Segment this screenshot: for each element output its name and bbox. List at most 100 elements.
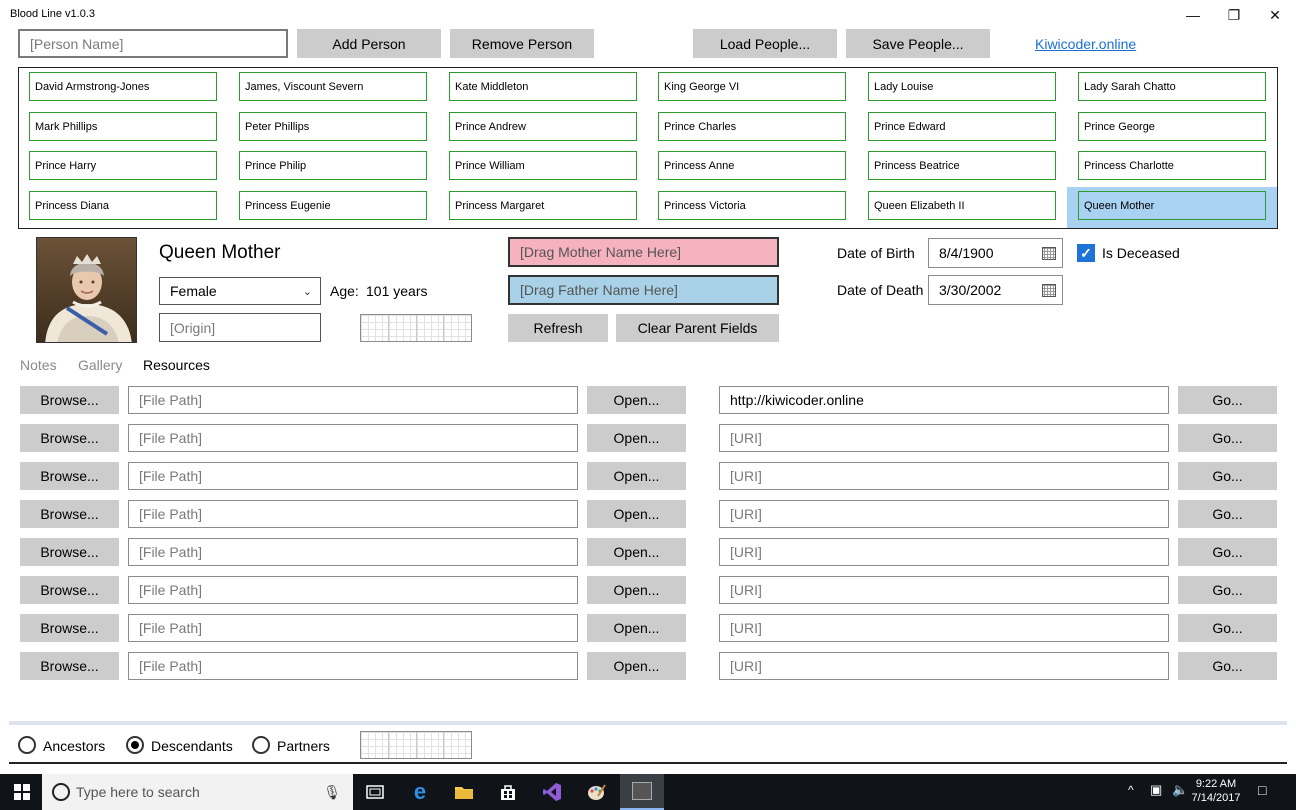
add-person-button[interactable]: Add Person [297, 29, 441, 58]
network-icon[interactable]: ▣ [1150, 782, 1162, 798]
person-card[interactable]: Queen Mother [1078, 191, 1266, 220]
task-view-icon[interactable] [353, 774, 397, 810]
load-people-button[interactable]: Load People... [693, 29, 837, 58]
uri-input[interactable]: [URI] [719, 614, 1169, 642]
clock[interactable]: 9:22 AM 7/14/2017 [1188, 777, 1244, 805]
open-button[interactable]: Open... [587, 500, 686, 528]
browse-button[interactable]: Browse... [20, 386, 119, 414]
go-button[interactable]: Go... [1178, 538, 1277, 566]
gender-select[interactable]: Female ⌄ [159, 277, 321, 305]
person-card[interactable]: Princess Eugenie [239, 191, 427, 220]
remove-person-button[interactable]: Remove Person [450, 29, 594, 58]
save-people-button[interactable]: Save People... [846, 29, 990, 58]
person-card[interactable]: Prince Edward [868, 112, 1056, 141]
person-card[interactable]: Prince George [1078, 112, 1266, 141]
person-card[interactable]: Peter Phillips [239, 112, 427, 141]
browse-button[interactable]: Browse... [20, 576, 119, 604]
person-card[interactable]: Prince Andrew [449, 112, 637, 141]
partners-radio[interactable] [252, 736, 270, 754]
store-icon[interactable] [486, 774, 530, 810]
person-card[interactable]: Princess Victoria [658, 191, 846, 220]
dob-picker[interactable]: 8/4/1900 [928, 238, 1063, 268]
taskbar-search[interactable]: Type here to search 🎙 [42, 774, 353, 810]
go-button[interactable]: Go... [1178, 576, 1277, 604]
person-card[interactable]: Queen Elizabeth II [868, 191, 1056, 220]
volume-icon[interactable]: 🔈 [1172, 782, 1188, 798]
file-path-input[interactable]: [File Path] [128, 424, 578, 452]
mother-drop-field[interactable]: [Drag Mother Name Here] [508, 237, 779, 267]
descendants-radio[interactable] [126, 736, 144, 754]
uri-input[interactable]: http://kiwicoder.online [719, 386, 1169, 414]
uri-input[interactable]: [URI] [719, 462, 1169, 490]
ancestors-radio[interactable] [18, 736, 36, 754]
paint-icon[interactable] [574, 774, 618, 810]
bloodline-taskbar-button[interactable] [620, 774, 664, 810]
person-card[interactable]: Princess Diana [29, 191, 217, 220]
person-card[interactable]: James, Viscount Severn [239, 72, 427, 101]
person-card[interactable]: David Armstrong-Jones [29, 72, 217, 101]
microphone-icon[interactable]: 🎙 [323, 784, 341, 801]
person-card[interactable]: Prince Philip [239, 151, 427, 180]
uri-input[interactable]: [URI] [719, 538, 1169, 566]
go-button[interactable]: Go... [1178, 500, 1277, 528]
go-button[interactable]: Go... [1178, 652, 1277, 680]
go-button[interactable]: Go... [1178, 386, 1277, 414]
open-button[interactable]: Open... [587, 652, 686, 680]
person-card[interactable]: Lady Sarah Chatto [1078, 72, 1266, 101]
tab-gallery[interactable]: Gallery [78, 357, 122, 373]
person-card[interactable]: Mark Phillips [29, 112, 217, 141]
tab-resources[interactable]: Resources [143, 357, 210, 373]
uri-input[interactable]: [URI] [719, 576, 1169, 604]
tab-notes[interactable]: Notes [20, 357, 57, 373]
uri-input[interactable]: [URI] [719, 500, 1169, 528]
open-button[interactable]: Open... [587, 576, 686, 604]
browse-button[interactable]: Browse... [20, 614, 119, 642]
file-path-input[interactable]: [File Path] [128, 576, 578, 604]
open-button[interactable]: Open... [587, 386, 686, 414]
person-card[interactable]: Princess Beatrice [868, 151, 1056, 180]
file-path-input[interactable]: [File Path] [128, 386, 578, 414]
person-card[interactable]: Princess Anne [658, 151, 846, 180]
file-path-input[interactable]: [File Path] [128, 538, 578, 566]
file-path-input[interactable]: [File Path] [128, 614, 578, 642]
file-path-input[interactable]: [File Path] [128, 500, 578, 528]
uri-input[interactable]: [URI] [719, 424, 1169, 452]
refresh-button[interactable]: Refresh [508, 314, 608, 342]
visual-studio-icon[interactable] [530, 774, 574, 810]
open-button[interactable]: Open... [587, 538, 686, 566]
origin-input[interactable]: [Origin] [159, 313, 321, 342]
browse-button[interactable]: Browse... [20, 424, 119, 452]
person-card[interactable]: Lady Louise [868, 72, 1056, 101]
calendar-icon[interactable] [1042, 246, 1056, 260]
edge-icon[interactable]: e [398, 774, 442, 810]
chevron-up-icon[interactable]: ^ [1128, 783, 1134, 797]
kiwicoder-link[interactable]: Kiwicoder.online [1035, 36, 1136, 52]
person-card[interactable]: Kate Middleton [449, 72, 637, 101]
person-card[interactable]: Princess Margaret [449, 191, 637, 220]
person-card[interactable]: Prince William [449, 151, 637, 180]
person-name-input[interactable]: [Person Name] [18, 29, 288, 58]
file-path-input[interactable]: [File Path] [128, 652, 578, 680]
person-card[interactable]: Princess Charlotte [1078, 151, 1266, 180]
browse-button[interactable]: Browse... [20, 462, 119, 490]
file-path-input[interactable]: [File Path] [128, 462, 578, 490]
person-card[interactable]: King George VI [658, 72, 846, 101]
uri-input[interactable]: [URI] [719, 652, 1169, 680]
browse-button[interactable]: Browse... [20, 538, 119, 566]
minimize-button[interactable]: — [1170, 0, 1216, 30]
dod-picker[interactable]: 3/30/2002 [928, 275, 1063, 305]
father-drop-field[interactable]: [Drag Father Name Here] [508, 275, 779, 305]
calendar-icon[interactable] [1042, 283, 1056, 297]
windows-start-icon[interactable] [0, 774, 44, 810]
go-button[interactable]: Go... [1178, 462, 1277, 490]
close-button[interactable]: ✕ [1252, 0, 1296, 30]
clear-parent-fields-button[interactable]: Clear Parent Fields [616, 314, 779, 342]
open-button[interactable]: Open... [587, 614, 686, 642]
file-explorer-icon[interactable] [442, 774, 486, 810]
open-button[interactable]: Open... [587, 462, 686, 490]
restore-button[interactable]: ❐ [1211, 0, 1257, 30]
browse-button[interactable]: Browse... [20, 500, 119, 528]
go-button[interactable]: Go... [1178, 424, 1277, 452]
person-card[interactable]: Prince Charles [658, 112, 846, 141]
notification-icon[interactable]: □ [1258, 782, 1266, 798]
